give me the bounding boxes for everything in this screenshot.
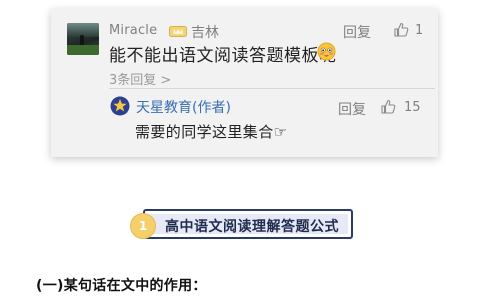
- reply-button[interactable]: 回复: [338, 99, 366, 119]
- section-number: 1: [130, 213, 156, 239]
- thumbs-up-icon[interactable]: [393, 22, 409, 38]
- reply-author[interactable]: 天星教育(作者): [136, 97, 231, 117]
- like-count: 15: [404, 100, 421, 115]
- reply-button[interactable]: 回复: [343, 22, 371, 42]
- section-title: 高中语文阅读理解答题公式: [165, 219, 339, 235]
- comment-card: Miracle 吉林 回复 1 能不能出语文阅读答题模板呢 3条回复 > 天星教…: [51, 9, 438, 157]
- divider: [109, 88, 435, 89]
- comment-username[interactable]: Miracle: [109, 23, 157, 38]
- view-replies-link[interactable]: 3条回复 >: [109, 69, 171, 88]
- user-avatar[interactable]: [67, 23, 99, 55]
- subheading: (一)某句话在文中的作用：: [36, 278, 207, 294]
- comment-text: 能不能出语文阅读答题模板呢: [109, 46, 337, 66]
- thumbs-up-icon[interactable]: [380, 99, 396, 115]
- shy-face-emoji-icon: [317, 42, 336, 61]
- reply-text: 需要的同学这里集合☞: [135, 123, 288, 141]
- author-avatar-icon[interactable]: [110, 96, 130, 116]
- like-count: 1: [415, 23, 424, 38]
- comment-location: 吉林: [191, 25, 219, 41]
- vip-badge-icon: [169, 26, 187, 37]
- section-banner: 1 高中语文阅读理解答题公式: [130, 209, 353, 239]
